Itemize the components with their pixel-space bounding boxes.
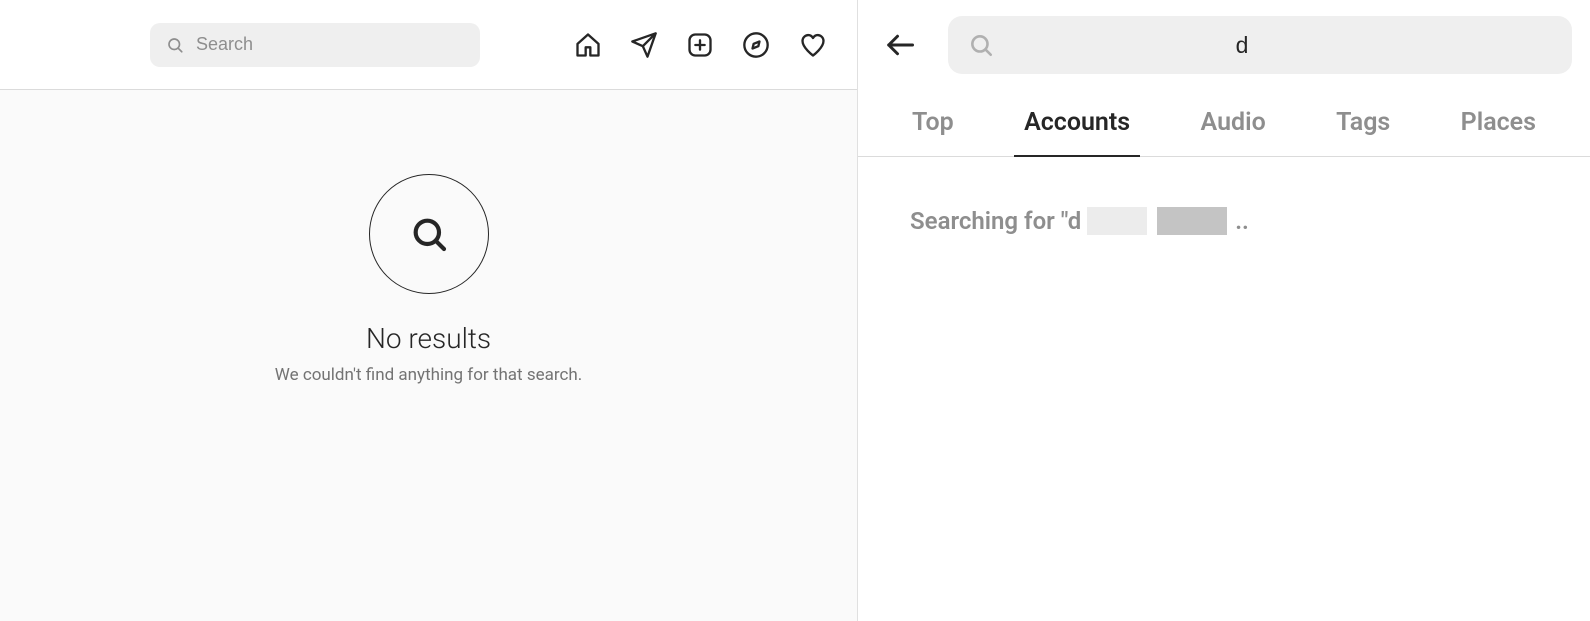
- redacted-text: [1087, 207, 1147, 235]
- tab-top[interactable]: Top: [902, 90, 964, 157]
- searching-status-text: Searching for "d: [910, 207, 1081, 235]
- arrow-left-icon: [880, 30, 920, 60]
- no-results-title: No results: [366, 322, 491, 355]
- search-icon: [968, 32, 994, 58]
- mobile-search-input[interactable]: [1012, 32, 1552, 59]
- explore-icon[interactable]: [742, 31, 770, 59]
- searching-status-suffix: ..: [1235, 207, 1249, 235]
- search-input-container[interactable]: [150, 23, 480, 67]
- tab-accounts[interactable]: Accounts: [1014, 90, 1140, 157]
- mobile-search-pane: Top Accounts Audio Tags Places Searching…: [858, 0, 1590, 621]
- search-tabs: Top Accounts Audio Tags Places: [858, 90, 1590, 157]
- no-results-area: No results We couldn't find anything for…: [0, 90, 857, 621]
- nav-icons: [574, 31, 828, 59]
- mobile-search-container[interactable]: [948, 16, 1572, 74]
- tab-audio[interactable]: Audio: [1191, 90, 1276, 157]
- activity-icon[interactable]: [798, 31, 828, 59]
- tab-places[interactable]: Places: [1451, 90, 1546, 157]
- tab-tags[interactable]: Tags: [1326, 90, 1400, 157]
- search-icon: [166, 36, 184, 54]
- messages-icon[interactable]: [630, 31, 658, 59]
- top-nav-bar: [0, 0, 857, 90]
- no-results-icon-circle: [369, 174, 489, 294]
- searching-status-row: Searching for "d ..: [858, 157, 1590, 235]
- home-icon[interactable]: [574, 31, 602, 59]
- desktop-search-pane: No results We couldn't find anything for…: [0, 0, 858, 621]
- no-results-subtitle: We couldn't find anything for that searc…: [275, 365, 582, 385]
- back-button[interactable]: [880, 30, 920, 60]
- search-input[interactable]: [196, 34, 464, 55]
- mobile-search-header: [858, 0, 1590, 90]
- redacted-text: [1157, 207, 1227, 235]
- create-icon[interactable]: [686, 31, 714, 59]
- search-icon: [409, 214, 449, 254]
